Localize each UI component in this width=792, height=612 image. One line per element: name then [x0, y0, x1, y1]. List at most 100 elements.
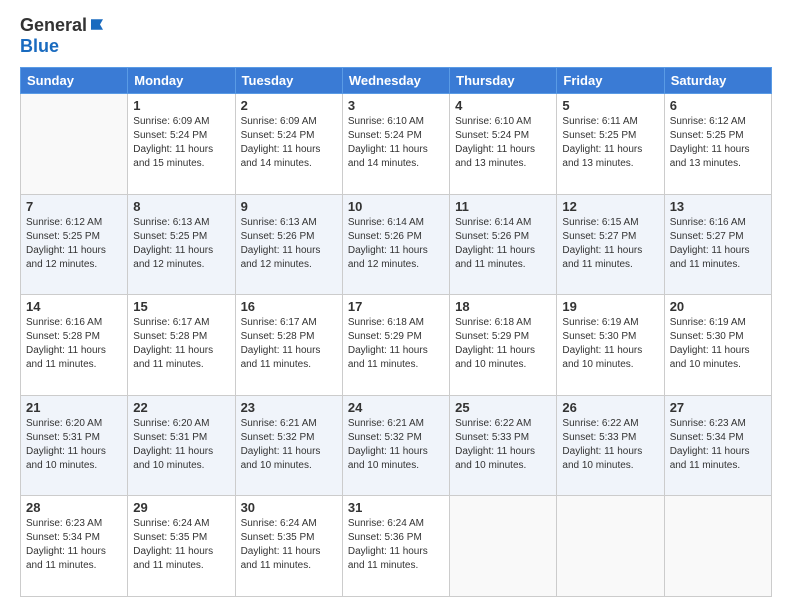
calendar-cell: 27 Sunrise: 6:23 AM Sunset: 5:34 PM Dayli…: [664, 395, 771, 496]
calendar-cell: 12 Sunrise: 6:15 AM Sunset: 5:27 PM Dayli…: [557, 194, 664, 295]
day-info: Sunrise: 6:14 AM Sunset: 5:26 PM Dayligh…: [455, 216, 551, 272]
calendar-header-thursday: Thursday: [450, 68, 557, 94]
calendar-cell: 22 Sunrise: 6:20 AM Sunset: 5:31 PM Dayli…: [128, 395, 235, 496]
calendar-cell: 26 Sunrise: 6:22 AM Sunset: 5:33 PM Dayli…: [557, 395, 664, 496]
logo-general: General: [20, 15, 87, 36]
day-info: Sunrise: 6:12 AM Sunset: 5:25 PM Dayligh…: [26, 216, 122, 272]
day-number: 30: [241, 500, 337, 515]
header: General Blue: [20, 15, 772, 57]
day-info: Sunrise: 6:23 AM Sunset: 5:34 PM Dayligh…: [26, 517, 122, 573]
calendar-cell: [450, 496, 557, 597]
calendar-week-row: 28 Sunrise: 6:23 AM Sunset: 5:34 PM Dayli…: [21, 496, 772, 597]
day-number: 26: [562, 400, 658, 415]
day-info: Sunrise: 6:17 AM Sunset: 5:28 PM Dayligh…: [241, 316, 337, 372]
day-info: Sunrise: 6:24 AM Sunset: 5:36 PM Dayligh…: [348, 517, 444, 573]
day-number: 7: [26, 199, 122, 214]
day-number: 15: [133, 299, 229, 314]
day-info: Sunrise: 6:16 AM Sunset: 5:28 PM Dayligh…: [26, 316, 122, 372]
day-info: Sunrise: 6:17 AM Sunset: 5:28 PM Dayligh…: [133, 316, 229, 372]
day-info: Sunrise: 6:10 AM Sunset: 5:24 PM Dayligh…: [348, 115, 444, 171]
day-number: 11: [455, 199, 551, 214]
calendar-cell: 30 Sunrise: 6:24 AM Sunset: 5:35 PM Dayli…: [235, 496, 342, 597]
calendar-cell: 31 Sunrise: 6:24 AM Sunset: 5:36 PM Dayli…: [342, 496, 449, 597]
calendar-cell: 5 Sunrise: 6:11 AM Sunset: 5:25 PM Daylig…: [557, 94, 664, 195]
day-number: 13: [670, 199, 766, 214]
calendar-header-wednesday: Wednesday: [342, 68, 449, 94]
day-info: Sunrise: 6:22 AM Sunset: 5:33 PM Dayligh…: [562, 417, 658, 473]
day-number: 28: [26, 500, 122, 515]
calendar-cell: 7 Sunrise: 6:12 AM Sunset: 5:25 PM Daylig…: [21, 194, 128, 295]
calendar-cell: 2 Sunrise: 6:09 AM Sunset: 5:24 PM Daylig…: [235, 94, 342, 195]
logo-flag-icon: [88, 17, 106, 35]
day-number: 25: [455, 400, 551, 415]
day-number: 12: [562, 199, 658, 214]
calendar-cell: 21Sunrise: 6:20 AM Sunset: 5:31 PM Dayli…: [21, 395, 128, 496]
day-number: 20: [670, 299, 766, 314]
page: General Blue SundayMondayTuesdayWednesda…: [0, 0, 792, 612]
day-info: Sunrise: 6:20 AM Sunset: 5:31 PM Dayligh…: [26, 417, 122, 473]
calendar-cell: 9 Sunrise: 6:13 AM Sunset: 5:26 PM Daylig…: [235, 194, 342, 295]
day-number: 31: [348, 500, 444, 515]
day-info: Sunrise: 6:19 AM Sunset: 5:30 PM Dayligh…: [562, 316, 658, 372]
day-number: 24: [348, 400, 444, 415]
calendar-cell: 17 Sunrise: 6:18 AM Sunset: 5:29 PM Dayli…: [342, 295, 449, 396]
day-number: 19: [562, 299, 658, 314]
logo: General Blue: [20, 15, 106, 57]
calendar-cell: 14 Sunrise: 6:16 AM Sunset: 5:28 PM Dayli…: [21, 295, 128, 396]
day-info: Sunrise: 6:09 AM Sunset: 5:24 PM Dayligh…: [241, 115, 337, 171]
calendar-cell: 29Sunrise: 6:24 AM Sunset: 5:35 PM Dayli…: [128, 496, 235, 597]
calendar-header-sunday: Sunday: [21, 68, 128, 94]
calendar-cell: 28 Sunrise: 6:23 AM Sunset: 5:34 PM Dayli…: [21, 496, 128, 597]
day-info: Sunrise: 6:22 AM Sunset: 5:33 PM Dayligh…: [455, 417, 551, 473]
calendar-cell: 6 Sunrise: 6:12 AM Sunset: 5:25 PM Daylig…: [664, 94, 771, 195]
day-info: Sunrise: 6:18 AM Sunset: 5:29 PM Dayligh…: [455, 316, 551, 372]
day-number: 1: [133, 98, 229, 113]
calendar-cell: 24 Sunrise: 6:21 AM Sunset: 5:32 PM Dayli…: [342, 395, 449, 496]
calendar-cell: 20 Sunrise: 6:19 AM Sunset: 5:30 PM Dayli…: [664, 295, 771, 396]
day-info: Sunrise: 6:24 AM Sunset: 5:35 PM Dayligh…: [133, 517, 229, 573]
day-info: Sunrise: 6:09 AM Sunset: 5:24 PM Dayligh…: [133, 115, 229, 171]
day-info: Sunrise: 6:19 AM Sunset: 5:30 PM Dayligh…: [670, 316, 766, 372]
day-number: 2: [241, 98, 337, 113]
calendar-cell: 16Sunrise: 6:17 AM Sunset: 5:28 PM Dayli…: [235, 295, 342, 396]
day-number: 4: [455, 98, 551, 113]
calendar-header-monday: Monday: [128, 68, 235, 94]
calendar-header-tuesday: Tuesday: [235, 68, 342, 94]
day-number: 10: [348, 199, 444, 214]
calendar-week-row: 7 Sunrise: 6:12 AM Sunset: 5:25 PM Daylig…: [21, 194, 772, 295]
day-info: Sunrise: 6:18 AM Sunset: 5:29 PM Dayligh…: [348, 316, 444, 372]
day-number: 22: [133, 400, 229, 415]
day-info: Sunrise: 6:15 AM Sunset: 5:27 PM Dayligh…: [562, 216, 658, 272]
day-info: Sunrise: 6:23 AM Sunset: 5:34 PM Dayligh…: [670, 417, 766, 473]
day-number: 8: [133, 199, 229, 214]
calendar-week-row: 21Sunrise: 6:20 AM Sunset: 5:31 PM Dayli…: [21, 395, 772, 496]
logo-text: General: [20, 15, 106, 36]
calendar-cell: 23Sunrise: 6:21 AM Sunset: 5:32 PM Dayli…: [235, 395, 342, 496]
day-number: 27: [670, 400, 766, 415]
day-info: Sunrise: 6:10 AM Sunset: 5:24 PM Dayligh…: [455, 115, 551, 171]
day-info: Sunrise: 6:11 AM Sunset: 5:25 PM Dayligh…: [562, 115, 658, 171]
calendar-cell: 3Sunrise: 6:10 AM Sunset: 5:24 PM Daylig…: [342, 94, 449, 195]
calendar-cell: 1 Sunrise: 6:09 AM Sunset: 5:24 PM Daylig…: [128, 94, 235, 195]
calendar-table: SundayMondayTuesdayWednesdayThursdayFrid…: [20, 67, 772, 597]
logo-blue-text: Blue: [20, 36, 59, 57]
calendar-cell: 4 Sunrise: 6:10 AM Sunset: 5:24 PM Daylig…: [450, 94, 557, 195]
calendar-cell: 15 Sunrise: 6:17 AM Sunset: 5:28 PM Dayli…: [128, 295, 235, 396]
calendar-header-saturday: Saturday: [664, 68, 771, 94]
calendar-cell: [21, 94, 128, 195]
day-info: Sunrise: 6:12 AM Sunset: 5:25 PM Dayligh…: [670, 115, 766, 171]
calendar-cell: 10Sunrise: 6:14 AM Sunset: 5:26 PM Dayli…: [342, 194, 449, 295]
day-info: Sunrise: 6:21 AM Sunset: 5:32 PM Dayligh…: [348, 417, 444, 473]
day-number: 14: [26, 299, 122, 314]
day-info: Sunrise: 6:20 AM Sunset: 5:31 PM Dayligh…: [133, 417, 229, 473]
day-number: 6: [670, 98, 766, 113]
day-info: Sunrise: 6:13 AM Sunset: 5:26 PM Dayligh…: [241, 216, 337, 272]
day-number: 17: [348, 299, 444, 314]
day-info: Sunrise: 6:24 AM Sunset: 5:35 PM Dayligh…: [241, 517, 337, 573]
calendar-cell: 18 Sunrise: 6:18 AM Sunset: 5:29 PM Dayli…: [450, 295, 557, 396]
day-number: 9: [241, 199, 337, 214]
day-number: 5: [562, 98, 658, 113]
calendar-week-row: 1 Sunrise: 6:09 AM Sunset: 5:24 PM Daylig…: [21, 94, 772, 195]
calendar-cell: [557, 496, 664, 597]
day-number: 18: [455, 299, 551, 314]
